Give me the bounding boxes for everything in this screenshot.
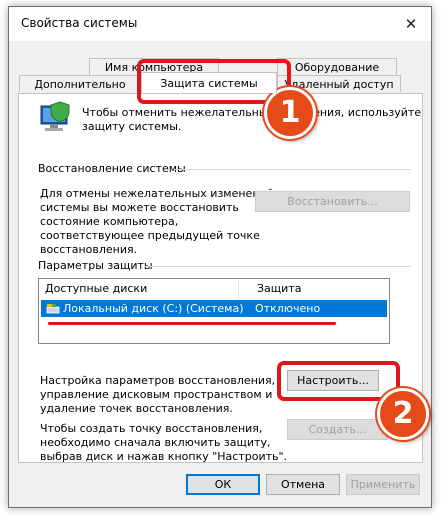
drive-icon: [46, 304, 60, 314]
highlight-drive-underline: [48, 322, 336, 325]
close-icon[interactable]: ✕: [391, 7, 431, 41]
title-bar: Свойства системы ✕: [9, 7, 431, 41]
restore-text-3: состояние компьютера,: [40, 215, 179, 228]
configure-text-1: Настройка параметров восстановления,: [40, 374, 276, 387]
tab-system-protection[interactable]: Защита системы: [141, 72, 277, 93]
restore-text-5: восстановления.: [40, 243, 138, 256]
drives-list[interactable]: Доступные диски Защита Локальный диск (C…: [38, 278, 390, 344]
restore-text-4: соответствующее предыдущей точке: [40, 229, 260, 242]
tab-advanced[interactable]: Дополнительно: [19, 75, 141, 92]
cancel-button[interactable]: Отмена: [266, 474, 340, 495]
restore-text-1: Для отмены нежелательных изменений: [40, 187, 274, 200]
create-button[interactable]: Создать...: [287, 419, 388, 440]
restore-button[interactable]: Восстановить...: [255, 191, 410, 212]
step-badge-2: 2: [377, 388, 429, 440]
restore-heading: Восстановление системы: [38, 162, 186, 175]
restore-divider: [174, 169, 411, 170]
window-title: Свойства системы: [21, 16, 138, 30]
configure-text-2: управление дисковым пространством и: [40, 388, 273, 401]
intro-text-line2: защиту системы.: [82, 120, 182, 133]
drive-status: Отключено: [255, 302, 321, 315]
column-protection[interactable]: Защита: [251, 279, 391, 299]
create-text-2: необходимо сначала включить защиту,: [40, 436, 271, 449]
configure-text-3: удаление точек восстановления.: [40, 402, 233, 415]
column-available-drives[interactable]: Доступные диски: [39, 279, 239, 299]
intro-text-line1: Чтобы отменить нежелательные изменения, …: [82, 106, 422, 119]
tab-hardware[interactable]: Оборудование: [277, 58, 397, 75]
drive-name: Локальный диск (C:) (Система): [63, 302, 244, 315]
step-badge-1: 1: [264, 87, 316, 139]
create-text-1: Чтобы создать точку восстановления,: [40, 422, 263, 435]
create-text-3: выбрав диск и нажав кнопку "Настроить".: [40, 450, 288, 463]
apply-button[interactable]: Применить: [346, 474, 420, 495]
table-row[interactable]: Локальный диск (C:) (Система) Отключено: [41, 300, 387, 317]
protection-divider: [144, 266, 411, 267]
system-protection-icon: [40, 101, 70, 131]
highlight-configure-frame: [277, 361, 400, 401]
restore-text-2: системы вы можете восстановить: [40, 201, 239, 214]
protection-heading: Параметры защиты: [38, 259, 153, 272]
ok-button[interactable]: ОК: [186, 474, 260, 495]
